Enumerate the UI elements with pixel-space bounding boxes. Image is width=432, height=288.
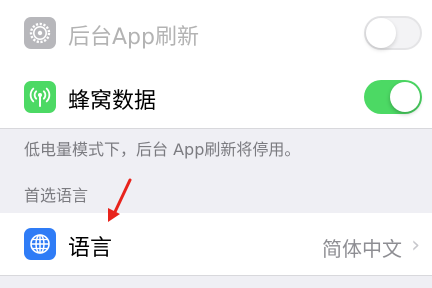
cellular-data-label: 蜂窝数据 <box>68 89 157 114</box>
toggle-knob <box>366 18 396 48</box>
background-refresh-label: 后台App刷新 <box>68 25 199 50</box>
chevron-right-icon: › <box>411 233 420 258</box>
toggle-knob <box>390 82 420 112</box>
antenna-icon <box>24 81 56 113</box>
settings-screen: 后台App刷新 蜂窝数据 低电量模式下，后台 App刷新将停用。 首选语言 语言… <box>0 0 432 288</box>
language-value: 简体中文 <box>322 237 402 261</box>
preferred-language-header: 首选语言 <box>24 186 89 205</box>
low-power-footnote: 低电量模式下，后台 App刷新将停用。 <box>24 140 301 159</box>
globe-icon <box>24 228 56 260</box>
divider <box>0 275 432 276</box>
gear-icon <box>24 17 56 49</box>
annotation-arrow-icon <box>108 178 132 222</box>
background-refresh-toggle[interactable] <box>364 16 422 50</box>
language-label: 语言 <box>68 236 113 261</box>
cellular-data-toggle[interactable] <box>364 80 422 114</box>
cellular-data-row[interactable]: 蜂窝数据 <box>0 66 432 128</box>
divider <box>0 128 432 129</box>
background-refresh-row[interactable]: 后台App刷新 <box>0 0 432 66</box>
language-row[interactable]: 语言 简体中文 › <box>0 213 432 275</box>
